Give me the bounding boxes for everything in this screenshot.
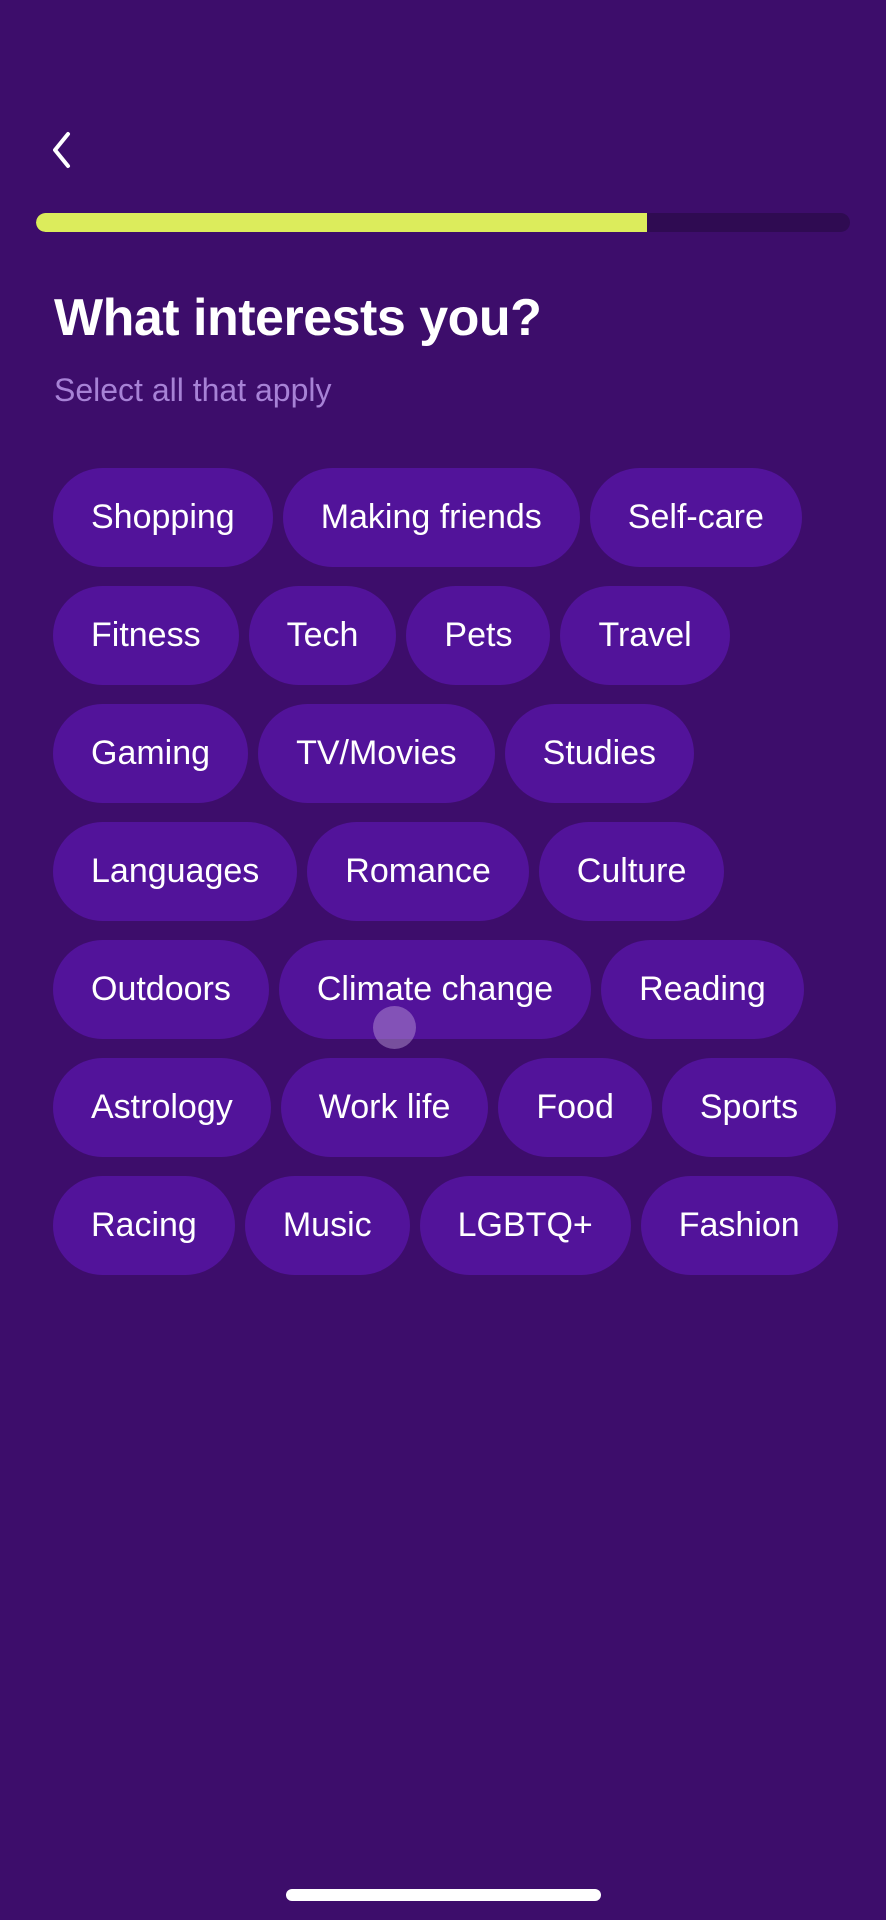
interest-chip-astrology[interactable]: Astrology: [53, 1058, 271, 1157]
interest-chip-work-life[interactable]: Work life: [280, 1058, 489, 1157]
interest-chip-self-care[interactable]: Self-care: [589, 468, 802, 567]
interest-chip-studies[interactable]: Studies: [504, 704, 695, 803]
interest-chip-making-friends[interactable]: Making friends: [282, 468, 580, 567]
interest-chip-culture[interactable]: Culture: [538, 822, 725, 921]
interest-chip-food[interactable]: Food: [498, 1058, 652, 1157]
progress-bar-fill: [36, 213, 647, 232]
interest-chip-gaming[interactable]: Gaming: [53, 704, 249, 803]
interest-chip-languages[interactable]: Languages: [53, 822, 298, 921]
interest-chip-list: Shopping Making friends Self-care Fitness Te…: [53, 468, 853, 1275]
interest-chip-racing[interactable]: Racing: [53, 1176, 235, 1275]
interest-chip-outdoors[interactable]: Outdoors: [53, 940, 269, 1039]
page-title: What interests you?: [54, 289, 542, 347]
interest-chip-fashion[interactable]: Fashion: [640, 1176, 838, 1275]
home-indicator[interactable]: [286, 1889, 601, 1901]
interest-chip-music[interactable]: Music: [244, 1176, 410, 1275]
page-subtitle: Select all that apply: [54, 372, 332, 408]
interest-chip-sports[interactable]: Sports: [661, 1058, 837, 1157]
interest-chip-pets[interactable]: Pets: [406, 586, 551, 685]
interest-chip-fitness[interactable]: Fitness: [53, 586, 239, 685]
progress-bar: [36, 213, 850, 232]
interest-chip-shopping[interactable]: Shopping: [53, 468, 273, 567]
back-button[interactable]: [40, 120, 84, 180]
interest-chip-lgbtq[interactable]: LGBTQ+: [419, 1176, 631, 1275]
interest-chip-romance[interactable]: Romance: [307, 822, 529, 921]
interest-chip-reading[interactable]: Reading: [601, 940, 804, 1039]
chevron-left-icon: [53, 132, 70, 168]
interest-chip-tv-movies[interactable]: TV/Movies: [258, 704, 495, 803]
interest-chip-tech[interactable]: Tech: [248, 586, 397, 685]
interest-chip-travel[interactable]: Travel: [560, 586, 730, 685]
interest-chip-climate-change[interactable]: Climate change: [278, 940, 592, 1039]
